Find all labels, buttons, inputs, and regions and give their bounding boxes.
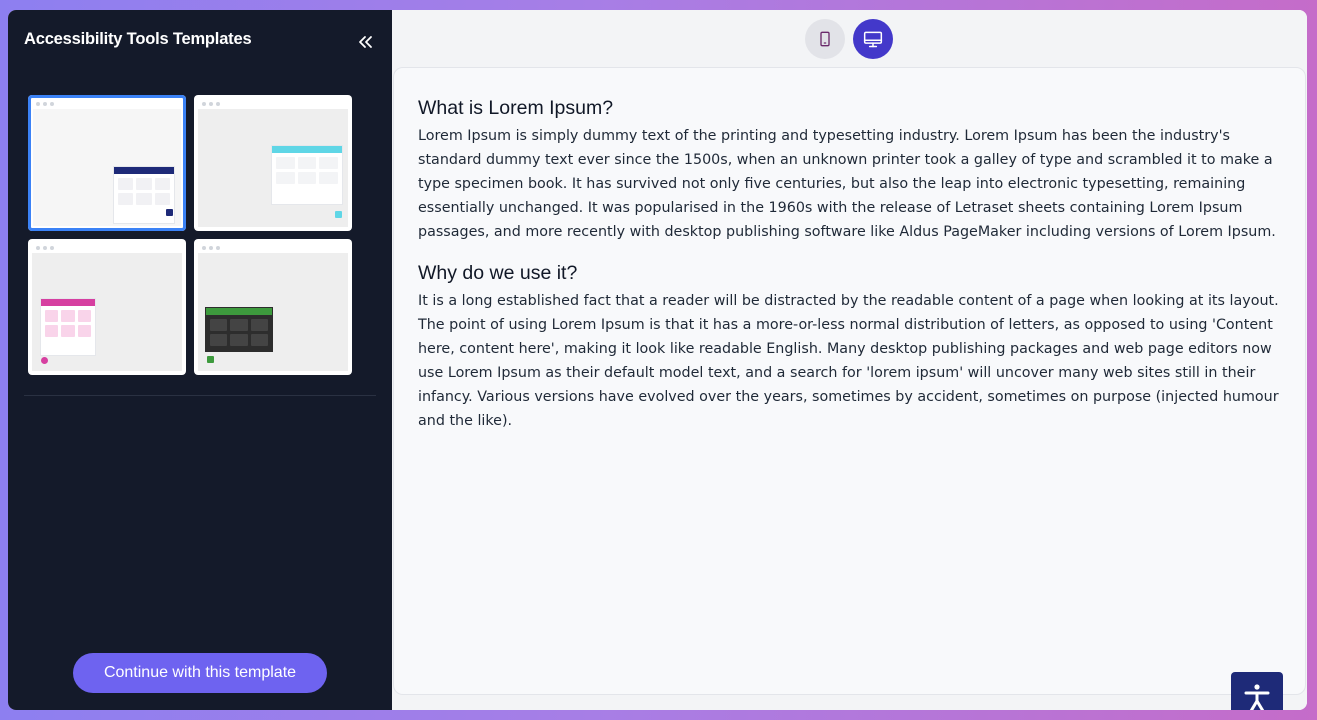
mini-fab <box>41 357 48 364</box>
template-sidebar: Accessibility Tools Templates Continue w… <box>8 10 392 710</box>
mini-widget-panel <box>271 145 343 205</box>
mini-widget-panel <box>205 307 273 352</box>
chevrons-left-icon <box>359 36 372 48</box>
smartphone-icon <box>820 31 830 47</box>
collapse-sidebar-button[interactable] <box>353 30 377 54</box>
app-window: Accessibility Tools Templates Continue w… <box>8 10 1307 710</box>
template-thumbnail-cyan[interactable] <box>194 95 352 231</box>
page-preview: What is Lorem Ipsum? Lorem Ipsum is simp… <box>393 67 1306 710</box>
mini-widget-panel <box>40 298 96 356</box>
divider <box>24 395 376 396</box>
template-thumbnail-green-dark[interactable] <box>194 239 352 375</box>
section-heading: Why do we use it? <box>418 262 578 284</box>
accessibility-widget-button[interactable] <box>1231 672 1283 710</box>
continue-button[interactable]: Continue with this template <box>73 653 327 693</box>
preview-content: What is Lorem Ipsum? Lorem Ipsum is simp… <box>418 96 1288 450</box>
mini-fab <box>207 356 214 363</box>
window-dots <box>36 102 54 106</box>
template-thumbnail-dark-navy[interactable] <box>28 95 186 231</box>
mobile-view-button[interactable] <box>805 19 845 59</box>
section-paragraph: It is a long established fact that a rea… <box>418 293 1279 429</box>
section-heading: What is Lorem Ipsum? <box>418 97 614 119</box>
mini-fab <box>166 209 173 216</box>
monitor-icon <box>863 31 883 48</box>
window-dots <box>202 246 220 250</box>
sidebar-title: Accessibility Tools Templates <box>24 30 252 48</box>
window-dots <box>202 102 220 106</box>
mini-fab <box>335 211 342 218</box>
preview-area: What is Lorem Ipsum? Lorem Ipsum is simp… <box>392 10 1307 710</box>
device-toggle <box>805 19 893 59</box>
template-grid <box>28 95 358 375</box>
section-paragraph: Lorem Ipsum is simply dummy text of the … <box>418 128 1276 240</box>
window-dots <box>36 246 54 250</box>
template-thumbnail-pink[interactable] <box>28 239 186 375</box>
accessibility-icon <box>1244 684 1270 710</box>
desktop-view-button[interactable] <box>853 19 893 59</box>
